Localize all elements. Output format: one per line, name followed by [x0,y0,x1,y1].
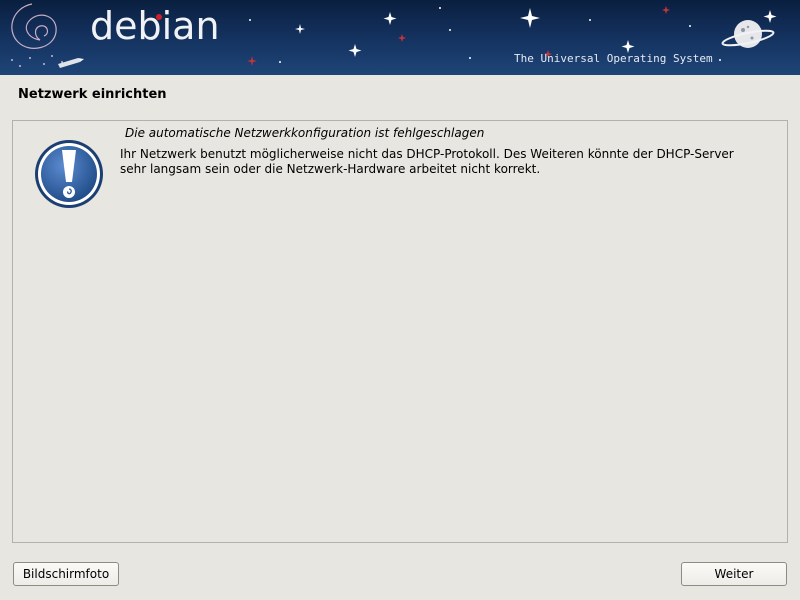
planet-icon [721,20,775,48]
debian-swirl-icon [11,3,57,49]
logo-red-dot [156,14,162,20]
message-heading: Die automatische Netzwerkkonfiguration i… [125,126,485,140]
message-body: Ihr Netzwerk benutzt möglicherweise nich… [120,147,770,177]
rocket-icon [58,58,84,68]
content-panel [12,120,788,543]
debian-header-banner: debian The Universal Operating System [0,0,800,75]
continue-button[interactable]: Weiter [681,562,787,586]
header-tagline: The Universal Operating System [514,52,713,65]
screenshot-button[interactable]: Bildschirmfoto [13,562,119,586]
message-body-line-1: Ihr Netzwerk benutzt möglicherweise nich… [120,147,734,161]
warning-exclamation-icon [35,140,103,208]
page-title: Netzwerk einrichten [18,87,167,102]
message-body-line-2: sehr langsam sein oder die Netzwerk-Hard… [120,162,541,176]
debian-logo: debian [90,4,220,48]
